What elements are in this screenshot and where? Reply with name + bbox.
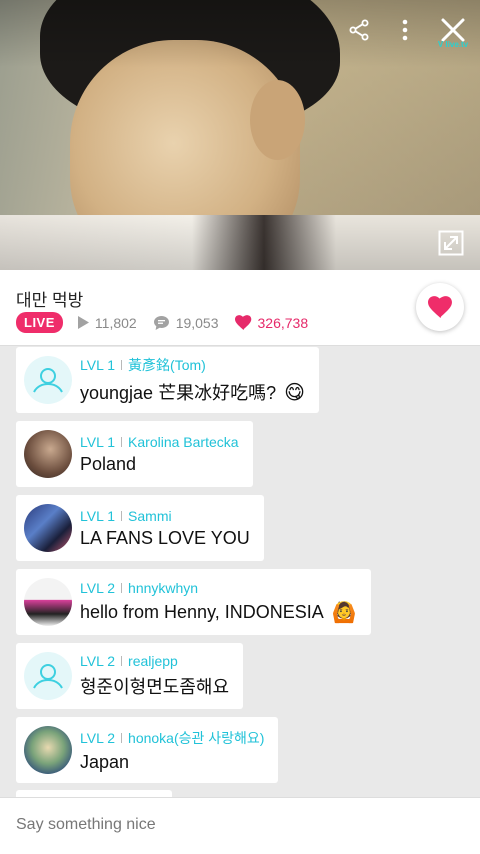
user-name[interactable]: 黃彥銘(Tom) — [128, 355, 206, 375]
heart-small-icon — [234, 315, 251, 330]
message-text: hello from Henny, INDONESIA — [80, 601, 324, 622]
message-text: 형준이형면도좀해요 — [80, 677, 230, 697]
user-level: LVL 2 — [80, 653, 116, 669]
like-button[interactable] — [416, 283, 464, 331]
comment-composer — [0, 797, 480, 854]
user-level: LVL 1 — [80, 507, 116, 524]
message-text: Japan — [80, 751, 130, 772]
avatar[interactable] — [24, 356, 72, 404]
user-name[interactable]: Karolina Bartecka — [128, 434, 239, 450]
expand-icon[interactable] — [438, 230, 464, 256]
vlive-brand-label: V live.tv — [437, 40, 469, 49]
play-count-value: 11,802 — [94, 314, 137, 331]
play-count: 11,802 — [77, 315, 137, 331]
more-vertical-icon[interactable] — [390, 15, 420, 45]
heart-icon — [427, 296, 452, 318]
like-count: 326,738 — [234, 314, 309, 331]
broadcast-info: 대만 먹방 LIVE 11,802 19,053 326,738 — [0, 270, 480, 346]
user-name[interactable]: Sammi — [128, 508, 172, 524]
avatar[interactable] — [24, 504, 72, 552]
comment-count-value: 19,053 — [175, 314, 219, 331]
default-user-icon — [33, 664, 63, 689]
message-text: Poland — [80, 453, 137, 474]
chat-message: LVL 2 realjepp 형준이형면도좀해요 — [16, 643, 244, 709]
video-player[interactable]: V live.tv — [0, 0, 480, 270]
default-user-icon — [33, 368, 63, 393]
share-icon[interactable] — [344, 15, 374, 45]
user-name[interactable]: honoka(승관 사랑해요) — [128, 728, 264, 748]
chat-message: LVL 1 黃彥銘(Tom) youngjae 芒果冰好吃嗎? 😋 — [16, 347, 319, 413]
chat-list[interactable]: LVL 1 黃彥銘(Tom) youngjae 芒果冰好吃嗎? 😋 LVL 1 Kar… — [0, 347, 480, 797]
user-level: LVL 2 — [80, 729, 116, 746]
avatar[interactable] — [24, 726, 72, 774]
user-name[interactable]: realjepp — [128, 653, 178, 669]
user-level: LVL 2 — [80, 579, 116, 596]
chat-message: LVL 2 hnnykwhyn hello from Henny, INDONES… — [16, 569, 371, 635]
play-icon — [77, 316, 89, 329]
close-icon[interactable]: V live.tv — [436, 10, 470, 50]
chat-message: LVL 1 Karolina Bartecka Poland — [16, 421, 253, 487]
user-level: LVL 1 — [80, 357, 116, 373]
avatar[interactable] — [24, 652, 72, 700]
message-emoji: 😋 — [284, 381, 305, 404]
avatar[interactable] — [24, 578, 72, 626]
message-text: youngjae 芒果冰好吃嗎? — [80, 383, 277, 403]
user-level: LVL 1 — [80, 433, 116, 450]
comment-bubble-icon — [153, 315, 169, 330]
video-top-controls: V live.tv — [344, 10, 470, 50]
chat-message: LVL 1 Sammi LA FANS LOVE YOU — [16, 495, 264, 561]
chat-message: LVL 2 honoka(승관 사랑해요) Japan — [16, 717, 279, 783]
message-text: LA FANS LOVE YOU — [80, 527, 250, 548]
comment-count: 19,053 — [153, 315, 219, 331]
avatar[interactable] — [24, 430, 72, 478]
comment-input[interactable] — [16, 816, 456, 834]
live-badge: LIVE — [16, 312, 63, 333]
broadcast-title: 대만 먹방 — [16, 291, 84, 310]
broadcast-stats: LIVE 11,802 19,053 326,738 — [16, 312, 318, 333]
user-name[interactable]: hnnykwhyn — [128, 580, 198, 596]
message-emoji: 🙆 — [331, 601, 357, 624]
like-count-value: 326,738 — [257, 314, 309, 331]
